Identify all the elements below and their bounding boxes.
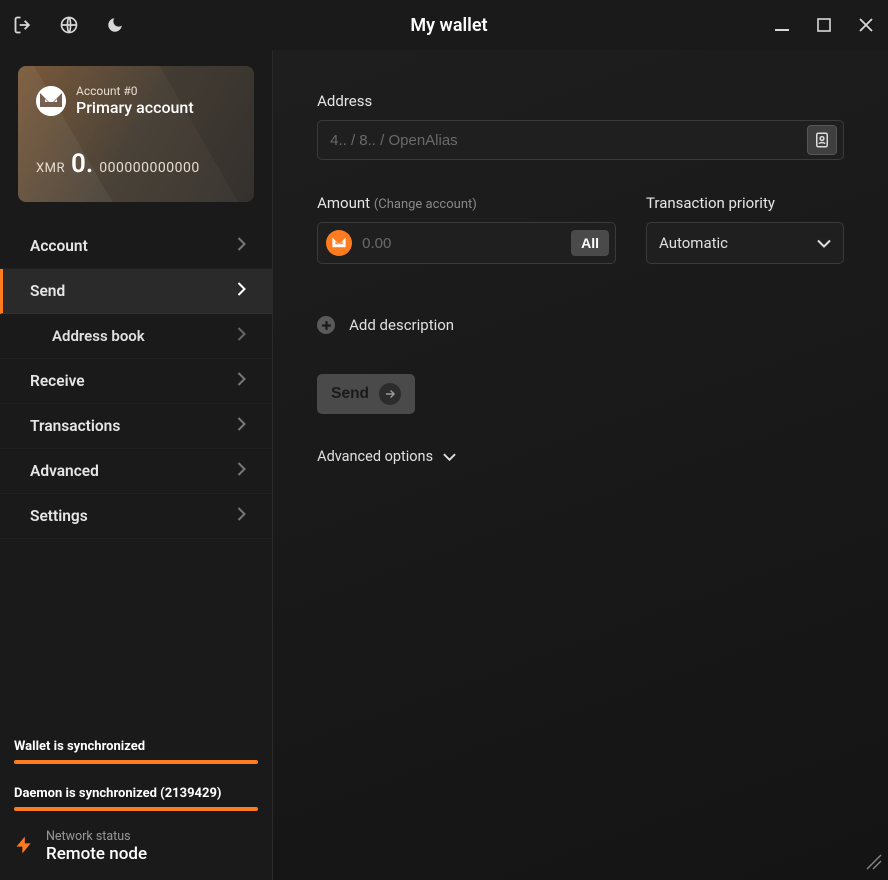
monero-icon [36,86,66,116]
network-status-value: Remote node [46,844,147,864]
balance-currency: XMR [36,161,65,176]
main-panel: Address Amount (Change account) All [273,50,888,880]
nav-address-book[interactable]: Address book [0,314,272,359]
moon-icon[interactable] [104,14,126,36]
wallet-sync-bar [14,760,258,764]
priority-label: Transaction priority [646,194,844,212]
chevron-right-icon [237,417,246,435]
chevron-right-icon [237,507,246,525]
balance-fraction: 000000000000 [99,160,199,176]
nav-settings[interactable]: Settings [0,494,272,539]
nav-label: Account [30,237,88,255]
add-description-button[interactable]: Add description [317,316,844,334]
minimize-icon[interactable] [772,15,792,35]
account-number: Account #0 [76,84,194,98]
monero-icon [326,230,352,256]
balance-whole: 0. [71,149,93,179]
nav-send[interactable]: Send [0,269,272,314]
resize-grip-icon[interactable] [866,854,882,874]
exit-icon[interactable] [12,14,34,36]
nav-label: Advanced [30,462,99,480]
sidebar-nav: Account Send Address book Receive Transa… [0,218,272,539]
plus-icon [317,316,335,334]
nav-label: Address book [52,327,145,345]
chevron-down-icon [443,448,456,465]
nav-account[interactable]: Account [0,224,272,269]
chevron-right-icon [237,327,246,345]
priority-select[interactable]: Automatic [646,222,844,264]
amount-input-wrap: All [317,222,616,264]
all-button[interactable]: All [571,230,609,256]
nav-label: Receive [30,372,85,390]
amount-label: Amount (Change account) [317,194,616,212]
address-book-button[interactable] [807,125,837,155]
nav-label: Settings [30,507,88,525]
arrow-right-icon [379,383,401,405]
maximize-icon[interactable] [814,15,834,35]
chevron-right-icon [237,282,246,300]
chevron-right-icon [237,372,246,390]
nav-label: Send [30,282,65,300]
add-description-label: Add description [349,316,454,334]
chevron-right-icon [237,237,246,255]
account-name: Primary account [76,98,194,117]
send-button[interactable]: Send [317,374,415,414]
chevron-right-icon [237,462,246,480]
priority-value: Automatic [659,234,728,252]
address-label: Address [317,92,844,110]
sidebar-status: Wallet is synchronized Daemon is synchro… [0,719,272,880]
nav-label: Transactions [30,417,120,435]
amount-input[interactable] [362,235,561,252]
network-status[interactable]: Network status Remote node [14,829,258,864]
titlebar: My wallet [0,0,888,50]
close-icon[interactable] [856,15,876,35]
address-input[interactable] [330,132,807,149]
window-title: My wallet [126,15,772,36]
advanced-options-toggle[interactable]: Advanced options [317,448,844,465]
nav-transactions[interactable]: Transactions [0,404,272,449]
daemon-sync-label: Daemon is synchronized (2139429) [14,786,258,801]
advanced-options-label: Advanced options [317,448,433,465]
daemon-sync-bar [14,807,258,811]
send-button-label: Send [331,385,369,403]
chevron-down-icon [817,234,831,252]
sidebar: Account #0 Primary account XMR 0. 000000… [0,50,273,880]
change-account-link[interactable]: (Change account) [374,197,477,212]
address-input-wrap [317,120,844,160]
bolt-icon [14,831,34,863]
account-card[interactable]: Account #0 Primary account XMR 0. 000000… [18,66,254,202]
network-status-label: Network status [46,829,147,844]
globe-icon[interactable] [58,14,80,36]
nav-receive[interactable]: Receive [0,359,272,404]
wallet-sync-label: Wallet is synchronized [14,739,258,754]
nav-advanced[interactable]: Advanced [0,449,272,494]
